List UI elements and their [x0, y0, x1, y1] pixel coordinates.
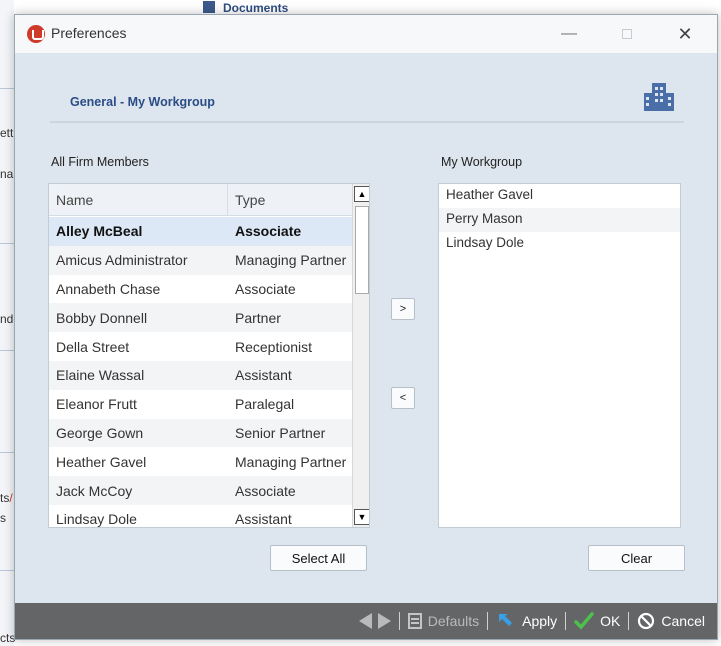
member-type: Assistant [235, 367, 292, 384]
minimize-button[interactable]: — [549, 21, 589, 47]
building-icon [644, 83, 674, 111]
ok-button[interactable]: OK [574, 611, 620, 631]
table-row[interactable]: Alley McBeal Associate [49, 217, 352, 246]
list-item[interactable]: Perry Mason [439, 208, 680, 232]
member-name: Bobby Donnell [56, 309, 148, 326]
list-item[interactable]: Lindsay Dole [439, 232, 680, 256]
member-type: Paralegal [235, 396, 295, 413]
section-header: General - My Workgroup [50, 75, 684, 123]
firm-members-grid[interactable]: Name Type Alley McBeal Associate Amicus A… [48, 183, 370, 528]
background-documents-header: Documents [203, 0, 288, 13]
maximize-icon [622, 29, 632, 39]
documents-label: Documents [223, 1, 289, 13]
next-button[interactable] [377, 613, 391, 629]
apply-icon [499, 614, 513, 626]
cancel-label: Cancel [661, 613, 705, 629]
member-name: Alley McBeal [56, 223, 143, 240]
member-type: Associate [235, 280, 296, 297]
table-row[interactable]: Eleanor Frutt Paralegal [49, 390, 352, 419]
member-name: Eleanor Frutt [56, 396, 137, 413]
background-text-fragment: / [9, 491, 13, 505]
defaults-button[interactable]: Defaults [407, 613, 480, 629]
member-name: Della Street [56, 338, 130, 355]
column-header-type[interactable]: Type [228, 184, 352, 215]
background-text-fragment: ts/ [0, 491, 13, 505]
footer-toolbar: Defaults Apply OK Cancel [15, 603, 717, 639]
clear-button[interactable]: Clear [588, 545, 685, 571]
member-type: Senior Partner [235, 424, 326, 441]
member-name: Heather Gavel [56, 453, 147, 470]
member-name: Annabeth Chase [56, 280, 161, 297]
background-text-fragment: ett [0, 126, 14, 140]
table-row[interactable]: Lindsay Dole Assistant [49, 505, 352, 528]
background-divider [0, 570, 14, 571]
previous-button[interactable] [358, 613, 372, 629]
cancel-icon [638, 612, 655, 630]
member-type: Assistant [235, 511, 292, 528]
add-to-workgroup-button[interactable]: > [391, 298, 415, 320]
member-type: Associate [235, 223, 302, 240]
select-all-button[interactable]: Select All [270, 545, 367, 571]
member-type: Partner [235, 309, 281, 326]
table-row[interactable]: Annabeth Chase Associate [49, 275, 352, 304]
document-icon [203, 1, 215, 13]
app-logo-icon [27, 25, 45, 43]
table-row[interactable]: George Gown Senior Partner [49, 418, 352, 448]
apply-label: Apply [522, 613, 558, 629]
toolbar-separator [398, 612, 400, 630]
grid-header: Name Type [49, 184, 352, 216]
window-title: Preferences [51, 25, 127, 41]
toolbar-separator [565, 612, 567, 630]
member-name: Amicus Administrator [56, 252, 188, 269]
defaults-label: Defaults [427, 613, 480, 629]
vertical-scrollbar[interactable]: ▲ ▼ [352, 184, 369, 527]
member-name: Jack McCoy [56, 482, 133, 499]
member-type: Managing Partner [235, 252, 347, 269]
ok-label: OK [600, 613, 621, 629]
member-name: Lindsay Dole [56, 511, 137, 528]
table-row[interactable]: Della Street Receptionist [49, 332, 352, 361]
preferences-dialog: Preferences — ✕ General - My Workgroup A… [14, 14, 718, 640]
table-row[interactable]: Heather Gavel Managing Partner [49, 447, 352, 476]
remove-from-workgroup-button[interactable]: < [391, 387, 415, 409]
previous-arrow-icon [358, 613, 372, 629]
member-type: Managing Partner [235, 453, 347, 470]
table-row[interactable]: Jack McCoy Associate [49, 476, 352, 505]
background-divider [0, 88, 14, 89]
check-icon [574, 612, 594, 630]
defaults-icon [407, 613, 422, 629]
list-item[interactable]: Heather Gavel [439, 184, 680, 208]
my-workgroup-label: My Workgroup [441, 155, 523, 169]
background-text-fragment: s [0, 511, 6, 525]
member-name: George Gown [56, 424, 144, 441]
table-row[interactable]: Elaine Wassal Assistant [49, 360, 352, 390]
member-name: Elaine Wassal [56, 367, 145, 384]
scroll-thumb[interactable] [355, 206, 369, 294]
next-arrow-icon [377, 613, 391, 629]
toolbar-separator [628, 612, 630, 630]
table-row[interactable]: Amicus Administrator Managing Partner [49, 245, 352, 275]
title-bar: Preferences — ✕ [15, 15, 717, 53]
page-title: General - My Workgroup [70, 95, 215, 109]
table-row[interactable]: Bobby Donnell Partner [49, 303, 352, 333]
member-type: Associate [235, 482, 296, 499]
scroll-up-button[interactable]: ▲ [354, 186, 369, 202]
workgroup-list[interactable]: Heather Gavel Perry Mason Lindsay Dole [438, 183, 681, 528]
member-type: Receptionist [235, 338, 313, 355]
column-header-name[interactable]: Name [49, 184, 228, 215]
cancel-button[interactable]: Cancel [637, 612, 705, 630]
apply-button[interactable]: Apply [496, 611, 557, 631]
grid-rows: Alley McBeal Associate Amicus Administrat… [49, 217, 352, 528]
background-divider [0, 452, 14, 453]
maximize-button[interactable] [607, 21, 647, 47]
background-divider [0, 243, 14, 244]
close-button[interactable]: ✕ [665, 21, 705, 47]
toolbar-separator [487, 612, 489, 630]
background-divider [0, 350, 14, 351]
background-text-fragment: ts [0, 491, 10, 505]
all-firm-members-label: All Firm Members [51, 155, 149, 169]
scroll-down-button[interactable]: ▼ [354, 509, 369, 525]
